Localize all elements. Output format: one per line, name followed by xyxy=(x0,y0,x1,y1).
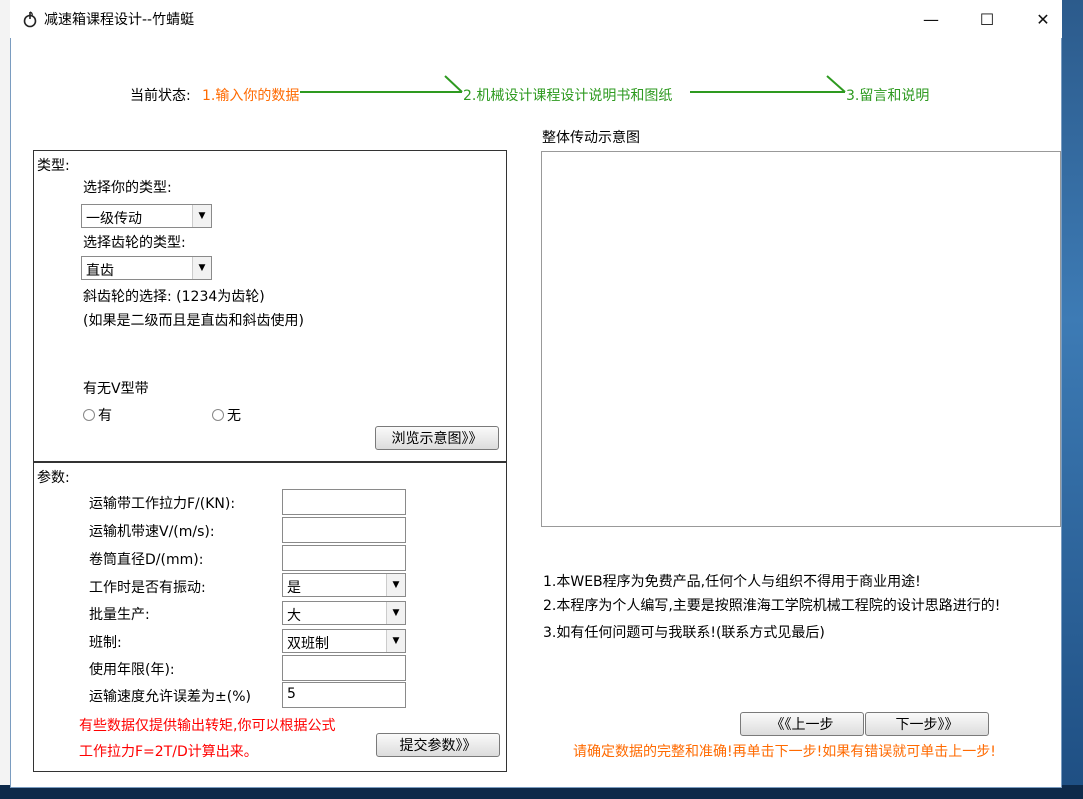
status-label: 当前状态: xyxy=(130,88,191,104)
gear-type-label: 选择齿轮的类型: xyxy=(83,235,186,251)
vbelt-yes-label: 有 xyxy=(98,408,112,424)
transmission-type-select[interactable]: 一级传动 ▼ xyxy=(81,204,212,228)
vbelt-label: 有无V型带 xyxy=(83,381,149,397)
browse-diagram-button[interactable]: 浏览示意图》》 xyxy=(375,426,499,450)
gear-type-value: 直齿 xyxy=(86,263,114,279)
shift-value: 双班制 xyxy=(287,636,329,652)
transmission-type-value: 一级传动 xyxy=(86,211,142,227)
service-years-input[interactable] xyxy=(282,655,406,681)
chevron-down-icon[interactable]: ▼ xyxy=(386,630,405,652)
belt-speed-label: 运输机带速V/(m/s): xyxy=(89,524,215,540)
step-arrow-2 xyxy=(690,75,846,93)
desktop-background-right xyxy=(1060,0,1083,799)
nav-hint: 请确定数据的完整和准确!再单击下一步!如果有错误就可单击上一步! xyxy=(573,744,996,760)
chevron-down-icon[interactable]: ▼ xyxy=(386,602,405,624)
shift-select[interactable]: 双班制 ▼ xyxy=(282,629,406,653)
diagram-preview xyxy=(541,151,1061,527)
close-button[interactable]: ✕ xyxy=(1020,0,1066,38)
note-3: 3.如有任何问题可与我联系!(联系方式见最后) xyxy=(543,625,825,641)
drum-diameter-label: 卷筒直径D/(mm): xyxy=(89,552,204,568)
speed-tolerance-input[interactable]: 5 xyxy=(282,682,406,708)
batch-select[interactable]: 大 ▼ xyxy=(282,601,406,625)
step-arrow-1 xyxy=(300,75,463,93)
gear-type-select[interactable]: 直齿 ▼ xyxy=(81,256,212,280)
service-years-label: 使用年限(年): xyxy=(89,662,175,678)
status-step-1: 1.输入你的数据 xyxy=(202,88,300,104)
diagram-title: 整体传动示意图 xyxy=(542,130,640,146)
vibration-value: 是 xyxy=(287,580,301,596)
speed-tolerance-label: 运输速度允许误差为±(%) xyxy=(89,689,251,705)
shift-label: 班制: xyxy=(89,635,122,651)
type-heading: 类型: xyxy=(37,158,70,174)
note-2: 2.本程序为个人编写,主要是按照淮海工学院机械工程院的设计思路进行的! xyxy=(543,598,1001,614)
note-1: 1.本WEB程序为免费产品,任何个人与组织不得用于商业用途! xyxy=(543,574,921,590)
status-step-3: 3.留言和说明 xyxy=(846,88,930,104)
window-title: 减速箱课程设计--竹蜻蜓 xyxy=(44,12,195,28)
prev-step-button[interactable]: 《《上一步 xyxy=(740,712,864,736)
submit-params-button[interactable]: 提交参数》》 xyxy=(376,733,500,757)
helical-gear-note: (如果是二级而且是直齿和斜齿使用) xyxy=(83,313,304,329)
chevron-down-icon[interactable]: ▼ xyxy=(386,574,405,596)
vbelt-no-radio[interactable] xyxy=(212,409,224,421)
vibration-select[interactable]: 是 ▼ xyxy=(282,573,406,597)
vbelt-no-label: 无 xyxy=(227,408,241,424)
choose-type-label: 选择你的类型: xyxy=(83,180,172,196)
batch-value: 大 xyxy=(287,608,301,624)
params-heading: 参数: xyxy=(37,470,70,486)
tension-label: 运输带工作拉力F/(KN): xyxy=(89,496,236,512)
next-step-button[interactable]: 下一步》》 xyxy=(865,712,989,736)
belt-speed-input[interactable] xyxy=(282,517,406,543)
vibration-label: 工作时是否有振动: xyxy=(89,580,206,596)
batch-label: 批量生产: xyxy=(89,607,150,623)
formula-note-line-2: 工作拉力F=2T/D计算出来。 xyxy=(79,744,258,760)
tension-input[interactable] xyxy=(282,489,406,515)
app-icon xyxy=(23,11,37,28)
vbelt-yes-radio[interactable] xyxy=(83,409,95,421)
chevron-down-icon[interactable]: ▼ xyxy=(192,257,211,279)
formula-note-line-1: 有些数据仅提供输出转矩,你可以根据公式 xyxy=(79,718,336,734)
minimize-button[interactable]: — xyxy=(908,0,954,38)
chevron-down-icon[interactable]: ▼ xyxy=(192,205,211,227)
helical-gear-label: 斜齿轮的选择: (1234为齿轮) xyxy=(83,289,265,305)
maximize-button[interactable]: ☐ xyxy=(964,0,1010,38)
drum-diameter-input[interactable] xyxy=(282,545,406,571)
status-step-2: 2.机械设计课程设计说明书和图纸 xyxy=(463,88,673,104)
